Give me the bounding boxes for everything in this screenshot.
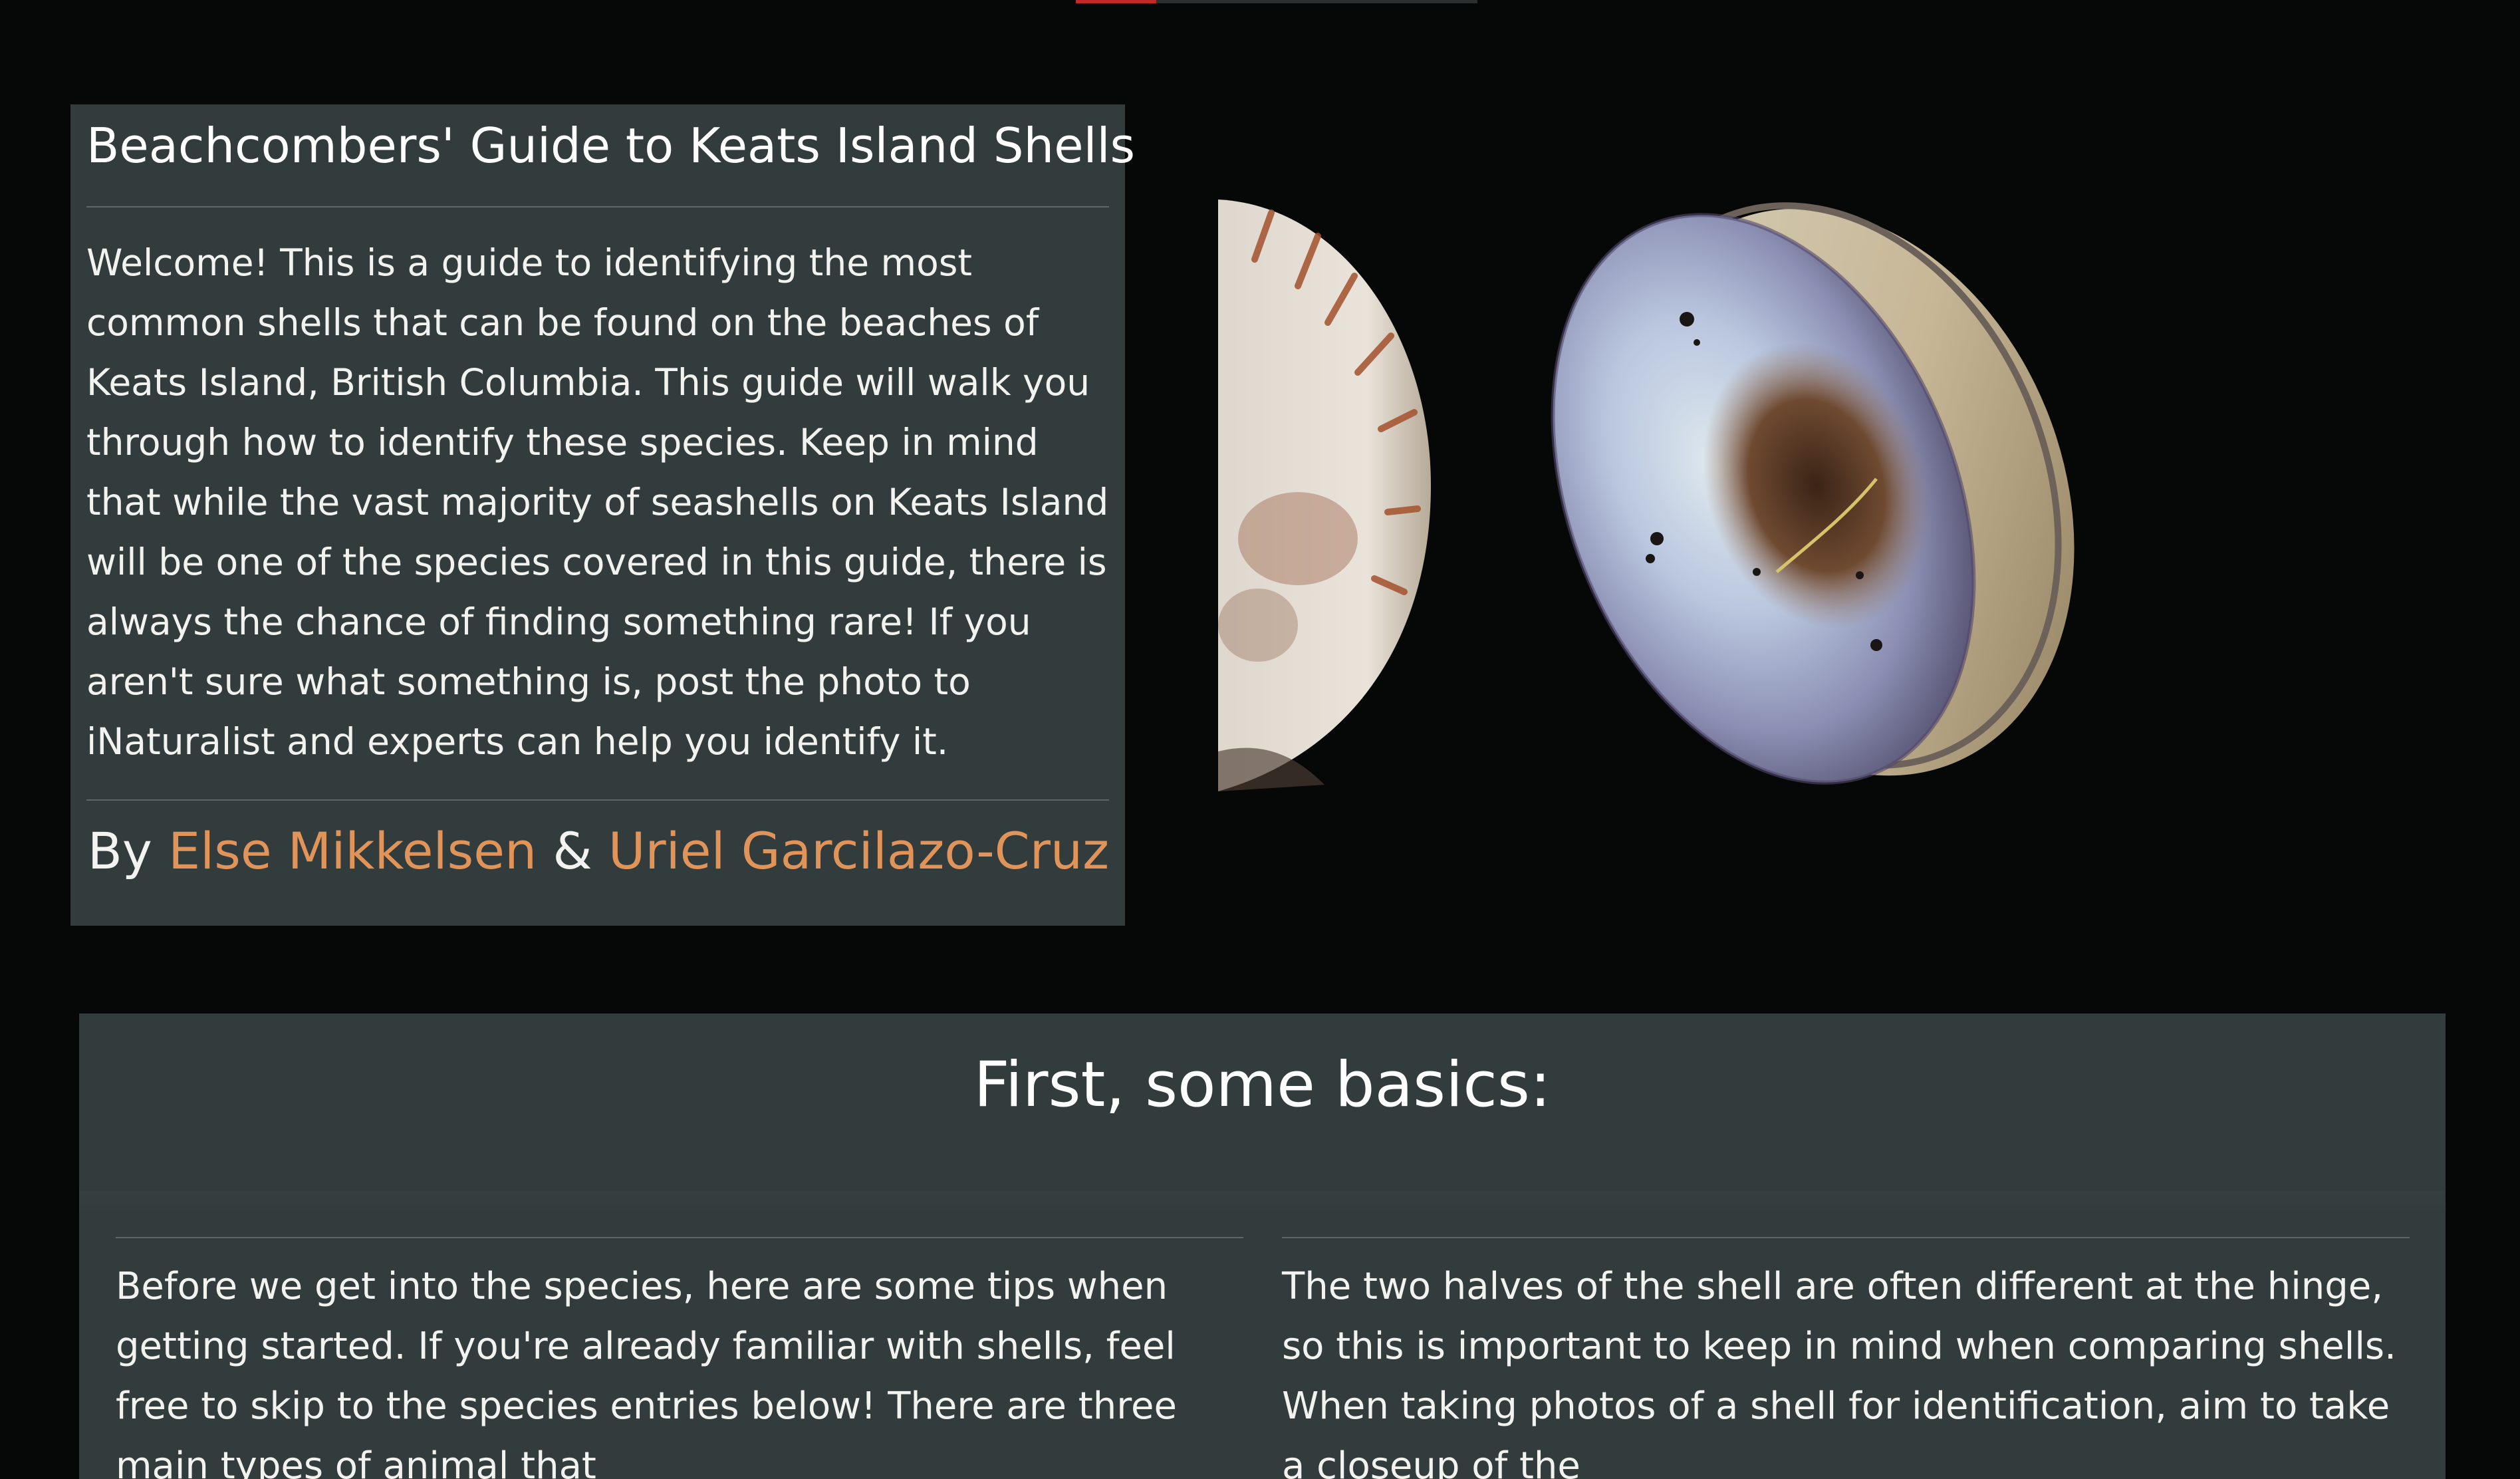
page-title: Beachcombers' Guide to Keats Island Shel… xyxy=(86,118,1136,174)
basics-column-right: The two halves of the shell are often di… xyxy=(1282,1237,2410,1479)
shell-3d-model-icon xyxy=(1218,200,2075,791)
byline-prefix: By xyxy=(87,821,152,881)
byline: By Else Mikkelsen & Uriel Garcilazo-Cruz xyxy=(86,821,1109,881)
divider xyxy=(86,799,1109,801)
byline-separator: & xyxy=(553,821,592,881)
divider xyxy=(116,1237,1243,1238)
author-link-else-mikkelsen[interactable]: Else Mikkelsen xyxy=(168,821,537,880)
basics-paragraph-right: The two halves of the shell are often di… xyxy=(1282,1265,2396,1479)
divider xyxy=(86,206,1109,208)
intro-card: Beachcombers' Guide to Keats Island Shel… xyxy=(70,104,1136,926)
shell-3d-viewer[interactable] xyxy=(1192,166,2156,831)
top-progress-fill xyxy=(1076,0,1156,3)
basics-section: First, some basics: Before we get into t… xyxy=(79,1013,2446,1479)
section-band xyxy=(79,1190,2446,1217)
author-link-uriel-garcilazo-cruz[interactable]: Uriel Garcilazo-Cruz xyxy=(608,821,1109,880)
divider xyxy=(1282,1237,2410,1238)
top-progress-bar xyxy=(1076,0,1477,3)
intro-paragraph: Welcome! This is a guide to identifying … xyxy=(86,241,1109,763)
section-heading: First, some basics: xyxy=(973,1049,1551,1121)
basics-column-left: Before we get into the species, here are… xyxy=(116,1237,1243,1479)
basics-paragraph-left: Before we get into the species, here are… xyxy=(116,1265,1177,1479)
